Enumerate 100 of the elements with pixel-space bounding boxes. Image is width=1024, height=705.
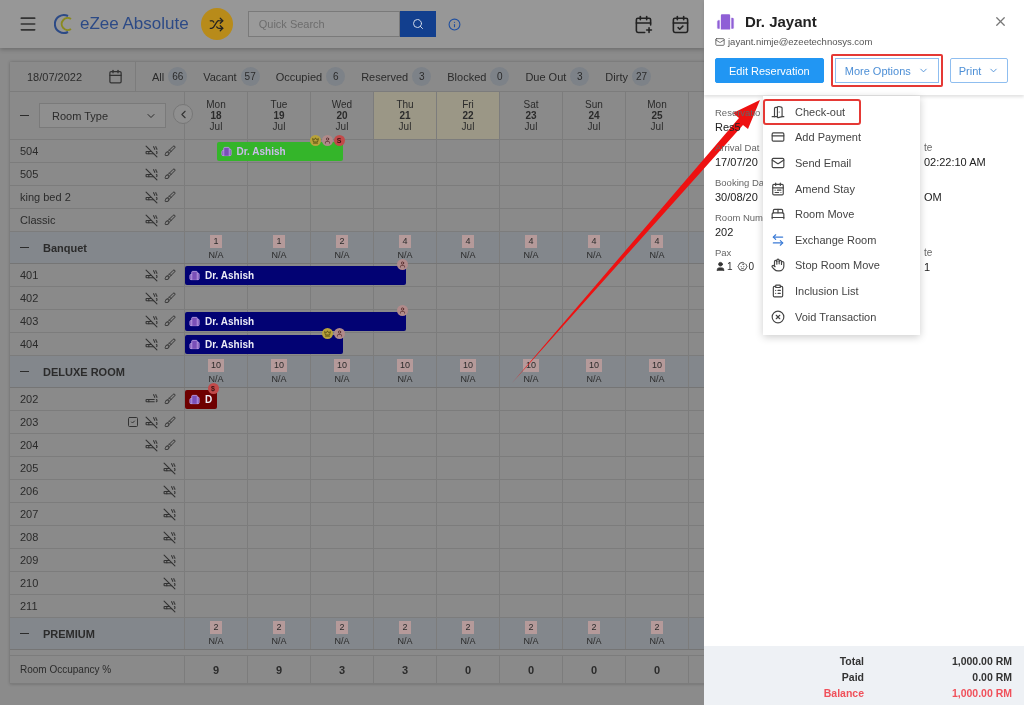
shuffle-button[interactable] xyxy=(200,8,233,40)
booking-bar[interactable]: D xyxy=(185,390,217,409)
availability-count: 2 xyxy=(273,621,285,634)
room-number: 402 xyxy=(20,292,39,304)
rate-text: N/A xyxy=(586,374,602,384)
status-filter[interactable]: Vacant 57 xyxy=(203,67,260,86)
room-number: 505 xyxy=(20,168,39,180)
collapse-icon[interactable] xyxy=(20,370,29,373)
menu-icon[interactable] xyxy=(18,14,38,34)
menu-item[interactable]: Stop Room Move xyxy=(763,252,920,279)
envelope-icon xyxy=(715,36,725,47)
rate-text: N/A xyxy=(649,250,665,260)
availability-count: 2 xyxy=(462,621,474,634)
collapse-icon[interactable] xyxy=(20,114,29,117)
occupancy-value: 9 xyxy=(275,663,283,676)
room-number: 210 xyxy=(20,577,39,589)
previous-button[interactable] xyxy=(173,104,193,124)
room-type-name: PREMIUM xyxy=(43,627,95,640)
rate-text: N/A xyxy=(397,374,413,384)
menu-item[interactable]: Add Payment xyxy=(763,124,920,151)
calendar-icon xyxy=(771,181,785,196)
field-label: Booking Da xyxy=(715,177,765,188)
menu-item[interactable]: Amend Stay xyxy=(763,175,920,202)
availability-count: 2 xyxy=(399,621,411,634)
availability-count: 1 xyxy=(273,235,285,248)
occupancy-value: 0 xyxy=(590,663,598,676)
status-filter[interactable]: Blocked 0 xyxy=(447,67,510,86)
adult-icon xyxy=(715,261,726,272)
room-number: 205 xyxy=(20,462,39,474)
calendar-icon[interactable] xyxy=(108,69,123,84)
field-value: OM xyxy=(923,191,942,203)
field-label: te xyxy=(923,142,933,153)
status-filter[interactable]: Dirty 27 xyxy=(605,67,651,86)
booking-bar[interactable]: Dr. Ashish xyxy=(185,266,406,285)
menu-item[interactable]: Send Email xyxy=(763,150,920,176)
menu-item[interactable]: Room Move xyxy=(763,201,920,227)
field-value: 02:22:10 AM xyxy=(923,156,986,168)
day-header: Sun 24 Jul xyxy=(563,92,626,139)
collapse-icon[interactable] xyxy=(20,246,29,249)
field-value: 17/07/20 xyxy=(715,156,758,168)
status-filter[interactable]: Due Out 3 xyxy=(525,67,590,86)
menu-item[interactable]: Void Transaction xyxy=(763,303,920,330)
rate-text: N/A xyxy=(271,250,287,260)
day-header: Tue 19 Jul xyxy=(248,92,311,139)
occupancy-value: 3 xyxy=(338,663,346,676)
occupancy-value: 0 xyxy=(653,663,661,676)
envelope-icon xyxy=(771,156,785,170)
child-icon xyxy=(736,261,748,272)
availability-count: 10 xyxy=(649,359,665,372)
calendar-check-icon[interactable] xyxy=(671,14,690,34)
menu-item[interactable]: Check-out xyxy=(763,99,861,125)
room-type-select[interactable]: Room Type xyxy=(39,103,166,128)
rate-text: N/A xyxy=(208,250,224,260)
person-icon xyxy=(333,328,345,339)
occupancy-value: 3 xyxy=(401,663,409,676)
rate-text: N/A xyxy=(523,636,539,646)
availability-count: 10 xyxy=(208,359,224,372)
collapse-icon[interactable] xyxy=(20,632,29,635)
room-number: 404 xyxy=(20,338,39,350)
room-number: Classic xyxy=(20,214,56,226)
search-button[interactable] xyxy=(399,11,436,37)
status-filter[interactable]: Reserved 3 xyxy=(361,67,432,86)
building-icon xyxy=(220,146,232,157)
booking-bar[interactable]: Dr. Ashish xyxy=(185,335,343,354)
rate-text: N/A xyxy=(271,636,287,646)
total-label: Paid xyxy=(840,671,864,683)
availability-count: 2 xyxy=(588,621,600,634)
calendar-add-icon[interactable] xyxy=(634,14,653,34)
total-value: 1,000.00 RM xyxy=(950,687,1012,699)
field-value: 30/08/20 xyxy=(715,191,758,203)
crown-icon xyxy=(321,328,333,339)
room-number: 504 xyxy=(20,145,39,157)
action-button[interactable]: Print xyxy=(949,58,1009,83)
building-icon xyxy=(189,339,200,350)
info-icon[interactable] xyxy=(447,17,461,31)
close-button[interactable] xyxy=(993,14,1008,29)
rate-text: N/A xyxy=(649,374,665,384)
field-label: te xyxy=(923,247,933,258)
rate-text: N/A xyxy=(397,636,413,646)
rate-text: N/A xyxy=(208,374,224,384)
door-icon xyxy=(771,104,785,119)
availability-count: 10 xyxy=(334,359,350,372)
menu-item[interactable]: Inclusion List xyxy=(763,278,920,304)
action-button[interactable]: More Options xyxy=(830,54,943,87)
search-icon xyxy=(411,18,424,30)
rate-text: N/A xyxy=(649,636,665,646)
room-number: 206 xyxy=(20,485,39,497)
guest-name: Dr. Ashish xyxy=(236,146,286,157)
swap-icon xyxy=(771,232,785,247)
rate-text: N/A xyxy=(271,374,287,384)
room-number: 203 xyxy=(20,416,39,428)
date-text: 18/07/2022 xyxy=(27,70,83,83)
day-header: Thu 21 Jul xyxy=(374,92,437,139)
menu-item[interactable]: Exchange Room xyxy=(763,226,920,253)
booking-bar[interactable]: Dr. Ashish xyxy=(185,312,406,331)
status-filter[interactable]: Occupied 6 xyxy=(275,67,346,86)
app-logo: eZee Absolute xyxy=(80,14,189,34)
room-number: 401 xyxy=(20,269,39,281)
total-label: Total xyxy=(838,655,864,667)
adult-count: 1 xyxy=(727,261,733,272)
